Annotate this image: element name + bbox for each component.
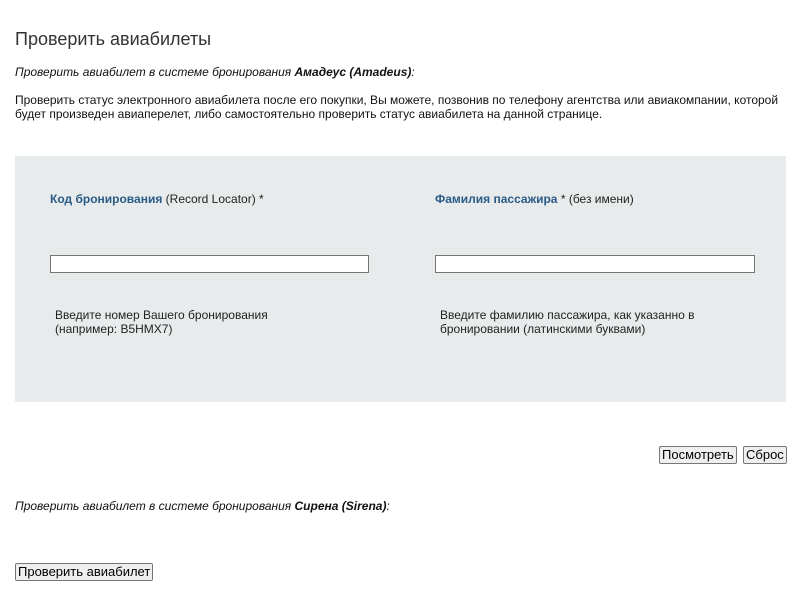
page-title: Проверить авиабилеты [15,29,212,49]
booking-code-label: Код бронирования (Record Locator) * [50,192,264,206]
check-ticket-button[interactable]: Проверить авиабилет [15,563,154,581]
amadeus-heading-suffix: : [411,65,415,79]
booking-code-hint-line2: (например: B5HMX7) [55,322,173,336]
booking-code-hint-line1: Введите номер Вашего бронирования [55,308,268,322]
amadeus-section-heading: Проверить авиабилет в системе бронирован… [15,65,415,79]
sirena-heading-suffix: : [386,499,390,513]
view-button[interactable]: Посмотреть [659,446,737,464]
booking-code-hint: Введите номер Вашего бронирования (напри… [55,308,268,336]
surname-label-strong: Фамилия пассажира [435,192,558,206]
reset-button[interactable]: Сброс [743,446,787,464]
booking-code-label-strong: Код бронирования [50,192,163,206]
booking-code-label-rest: (Record Locator) * [162,192,264,206]
surname-label: Фамилия пассажира * (без имени) [435,192,634,206]
sirena-heading-prefix: Проверить авиабилет в системе бронирован… [15,499,295,513]
surname-label-rest: * (без имени) [557,192,634,206]
intro-paragraph: Проверить статус электронного авиабилета… [15,93,779,121]
sirena-system-name: Сирена (Sirena) [294,499,387,513]
amadeus-form-panel: Код бронирования (Record Locator) * Фами… [15,156,786,402]
surname-hint: Введите фамилию пассажира, как указанно … [440,308,695,336]
surname-hint-line1: Введите фамилию пассажира, как указанно … [440,308,695,322]
sirena-section-heading: Проверить авиабилет в системе бронирован… [15,499,390,513]
booking-code-input[interactable] [50,255,369,273]
amadeus-system-name: Амадеус (Amadeus) [294,65,412,79]
surname-hint-line2: бронировании (латинскими буквами) [440,322,646,336]
surname-input[interactable] [435,255,755,273]
amadeus-heading-prefix: Проверить авиабилет в системе бронирован… [15,65,295,79]
